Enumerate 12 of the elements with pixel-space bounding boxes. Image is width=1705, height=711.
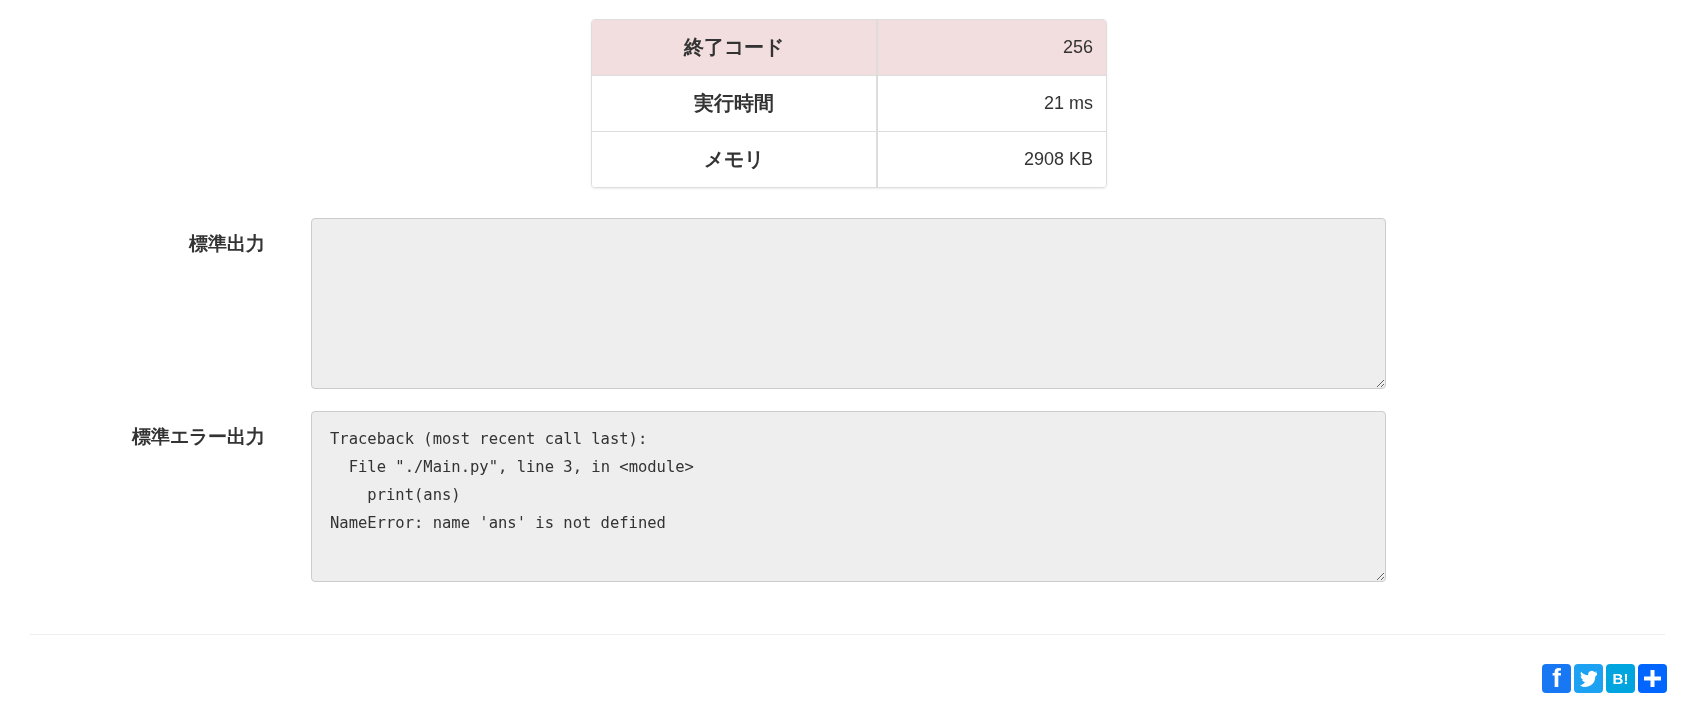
table-header-cell-text: 実行時間 bbox=[694, 91, 774, 116]
facebook-share-button[interactable]: f bbox=[1542, 664, 1571, 693]
field-label: 標準エラー出力 bbox=[132, 425, 265, 449]
output-field[interactable] bbox=[311, 218, 1386, 389]
field-label: 標準出力 bbox=[189, 232, 265, 256]
output-field[interactable]: Traceback (most recent call last): File "./Main.py", line 3, in <module> print(ans) NameError: name 'ans' is not defined bbox=[311, 411, 1386, 582]
table-header-cell-text: 終了コード bbox=[684, 35, 784, 60]
table-cell: 2908 KB bbox=[876, 132, 1106, 187]
plus-share-button[interactable] bbox=[1638, 664, 1667, 693]
bookmark-share-button[interactable]: B! bbox=[1606, 664, 1635, 693]
table-header-cell-text: メモリ bbox=[704, 147, 764, 172]
bird-share-button[interactable] bbox=[1574, 664, 1603, 693]
